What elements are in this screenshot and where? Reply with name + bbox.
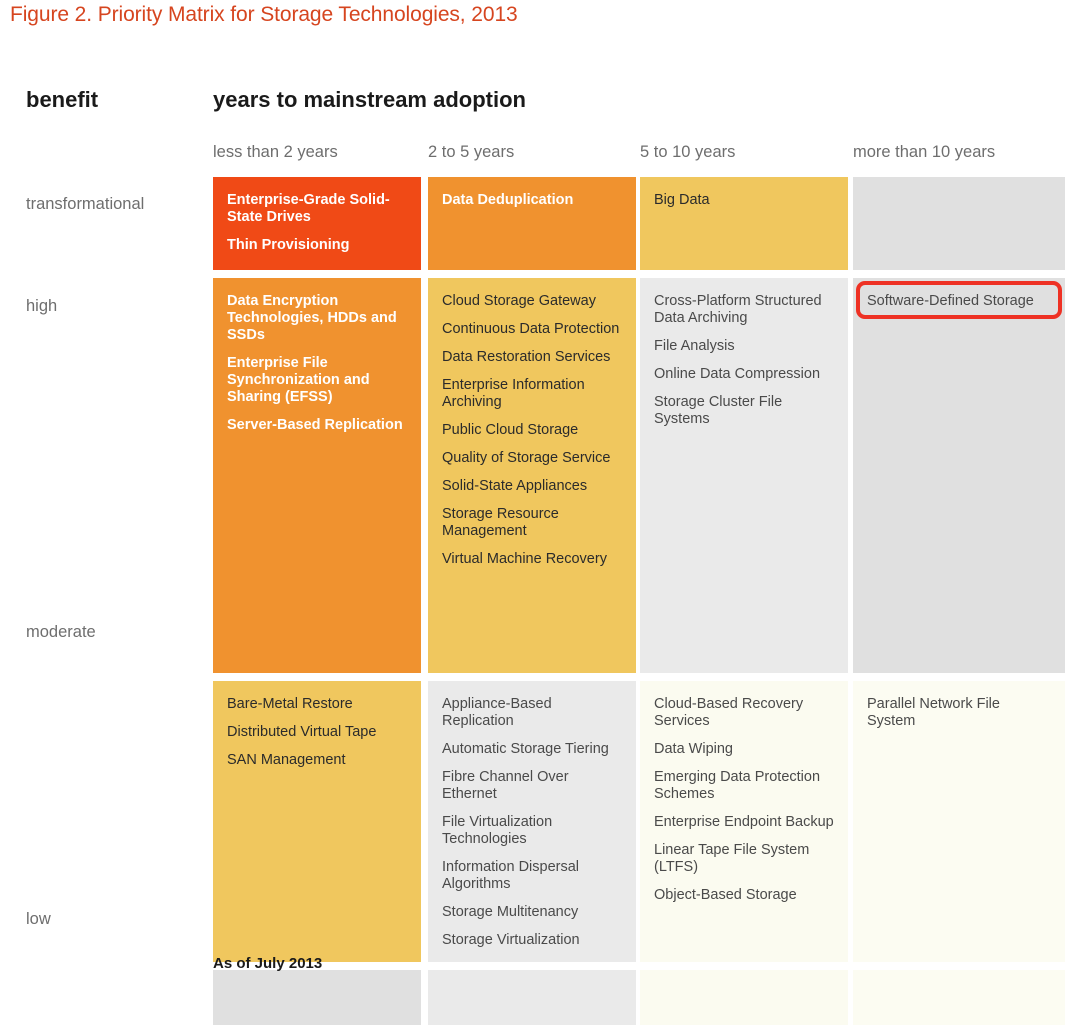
matrix-item: Cloud Storage Gateway	[442, 293, 596, 309]
matrix-item: Online Data Compression	[654, 366, 821, 382]
matrix-item: Data Wiping	[654, 741, 733, 757]
matrix-item: Enterprise-Grade Solid-State Drives	[227, 192, 390, 225]
matrix-item: Server-Based Replication	[227, 417, 403, 433]
cell-moderate-2-to-5-years[interactable]: Appliance-Based Replication Automatic St…	[428, 681, 636, 962]
row-label-high: high	[26, 297, 58, 315]
matrix-item: Data Restoration Services	[442, 349, 611, 365]
matrix-item: Automatic Storage Tiering	[442, 741, 609, 757]
matrix-item: Linear Tape File System (LTFS)	[654, 842, 810, 875]
matrix-item: Parallel Network File System	[867, 696, 1000, 729]
column-header-5-to-10-years: 5 to 10 years	[640, 143, 736, 161]
cell-transformational-less-than-2-years[interactable]: Enterprise-Grade Solid-State Drives Thin…	[213, 177, 421, 270]
column-header-more-than-10-years: more than 10 years	[853, 143, 996, 161]
matrix-item: Virtual Machine Recovery	[442, 551, 607, 567]
cell-low-less-than-2-years[interactable]	[213, 970, 421, 1025]
matrix-item: File Virtualization Technologies	[442, 814, 553, 847]
matrix-item: Thin Provisioning	[227, 237, 350, 253]
cell-low-5-to-10-years[interactable]	[640, 970, 848, 1025]
cell-low-2-to-5-years[interactable]	[428, 970, 636, 1025]
matrix-item: Big Data	[654, 192, 710, 208]
cell-transformational-5-to-10-years[interactable]: Big Data	[640, 177, 848, 270]
matrix-item: SAN Management	[227, 752, 346, 768]
matrix-item: Fibre Channel Over Ethernet	[442, 769, 569, 802]
matrix-item: Quality of Storage Service	[442, 450, 611, 466]
matrix-item-highlighted: Software-Defined Storage	[867, 293, 1034, 309]
matrix-item: Cross-Platform Structured Data Archiving	[654, 293, 822, 326]
matrix-item: Cloud-Based Recovery Services	[654, 696, 804, 729]
footnote: As of July 2013	[213, 955, 323, 972]
matrix-item: Storage Virtualization	[442, 932, 580, 948]
page-title: Figure 2. Priority Matrix for Storage Te…	[10, 3, 518, 26]
column-header-2-to-5-years: 2 to 5 years	[428, 143, 515, 161]
matrix-item: Enterprise Endpoint Backup	[654, 814, 834, 830]
cell-high-5-to-10-years[interactable]: Cross-Platform Structured Data Archiving…	[640, 278, 848, 673]
cell-low-more-than-10-years[interactable]	[853, 970, 1065, 1025]
column-header-less-than-2-years: less than 2 years	[213, 143, 338, 161]
matrix-item: Solid-State Appliances	[442, 478, 588, 494]
matrix-item: Enterprise Information Archiving	[442, 377, 585, 410]
row-label-moderate: moderate	[26, 623, 96, 641]
matrix-item: Storage Multitenancy	[442, 904, 579, 920]
cell-high-2-to-5-years[interactable]: Cloud Storage Gateway Continuous Data Pr…	[428, 278, 636, 673]
cell-transformational-more-than-10-years[interactable]	[853, 177, 1065, 270]
matrix-item: Object-Based Storage	[654, 887, 797, 903]
matrix-item: Enterprise File Synchronization and Shar…	[227, 355, 370, 405]
matrix-item: Storage Resource Management	[442, 506, 559, 539]
cell-moderate-5-to-10-years[interactable]: Cloud-Based Recovery Services Data Wipin…	[640, 681, 848, 962]
row-label-transformational: transformational	[26, 195, 145, 213]
matrix-item: Emerging Data Protection Schemes	[654, 769, 821, 802]
cell-transformational-2-to-5-years[interactable]: Data Deduplication	[428, 177, 636, 270]
matrix-item: Storage Cluster File Systems	[654, 394, 783, 427]
matrix-item: Appliance-Based Replication	[442, 696, 552, 729]
y-axis-label: benefit	[26, 87, 99, 112]
matrix-item: Data Deduplication	[442, 192, 574, 208]
x-axis-label: years to mainstream adoption	[213, 87, 526, 112]
column-header-row: less than 2 years 2 to 5 years 5 to 10 y…	[0, 143, 1080, 169]
row-label-low: low	[26, 910, 51, 928]
cell-high-more-than-10-years[interactable]: Software-Defined Storage	[853, 278, 1065, 673]
cell-high-less-than-2-years[interactable]: Data Encryption Technologies, HDDs and S…	[213, 278, 421, 673]
matrix-item: Information Dispersal Algorithms	[442, 859, 579, 892]
cell-moderate-more-than-10-years[interactable]: Parallel Network File System	[853, 681, 1065, 962]
matrix-item: Bare-Metal Restore	[227, 696, 353, 712]
matrix-item: Data Encryption Technologies, HDDs and S…	[227, 293, 397, 343]
matrix-item: Public Cloud Storage	[442, 422, 579, 438]
cell-moderate-less-than-2-years[interactable]: Bare-Metal Restore Distributed Virtual T…	[213, 681, 421, 962]
matrix-item: Continuous Data Protection	[442, 321, 620, 337]
matrix-item: Distributed Virtual Tape	[227, 724, 377, 740]
matrix-item: File Analysis	[654, 338, 735, 354]
